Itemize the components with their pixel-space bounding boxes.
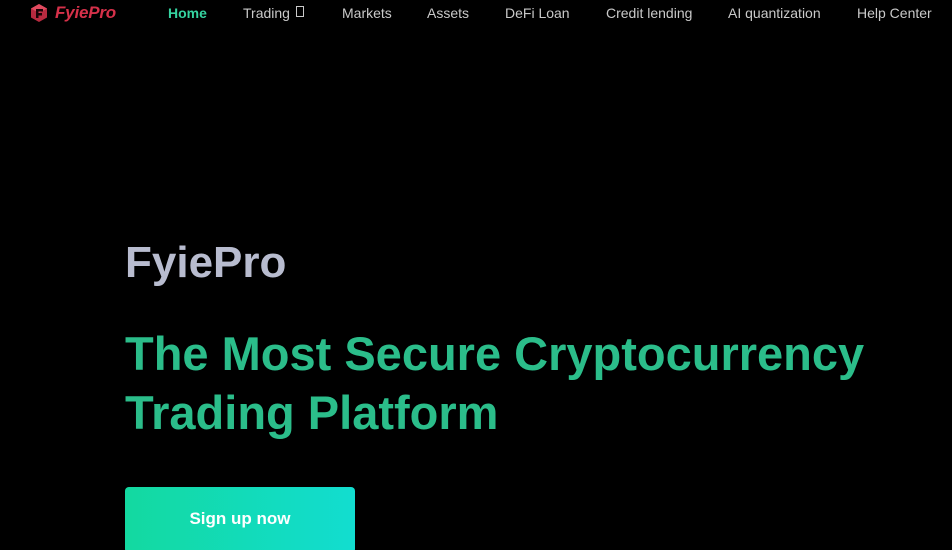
sign-up-button[interactable]: Sign up now — [125, 487, 355, 550]
hero-brand-title: FyiePro — [125, 238, 287, 287]
nav-help-center[interactable]: Help Center — [857, 5, 932, 21]
nav-credit-lending[interactable]: Credit lending — [606, 5, 692, 21]
nav-assets[interactable]: Assets — [427, 5, 469, 21]
top-navbar: FyiePro Home Trading Markets Assets DeFi… — [0, 0, 952, 28]
nav-trading[interactable]: Trading — [243, 5, 304, 21]
page: FyiePro Home Trading Markets Assets DeFi… — [0, 0, 952, 550]
nav-ai-quantization[interactable]: AI quantization — [728, 5, 821, 21]
logo[interactable]: FyiePro — [29, 3, 116, 23]
nav-defi-loan[interactable]: DeFi Loan — [505, 5, 570, 21]
nav-markets[interactable]: Markets — [342, 5, 392, 21]
logo-icon — [31, 4, 47, 22]
dropdown-box-glyph-icon — [295, 6, 304, 17]
nav-trading-label: Trading — [243, 5, 290, 21]
nav-home[interactable]: Home — [168, 5, 207, 21]
hero-headline: The Most Secure Cryptocurrency Trading P… — [125, 327, 865, 439]
logo-text: FyiePro — [55, 3, 116, 22]
